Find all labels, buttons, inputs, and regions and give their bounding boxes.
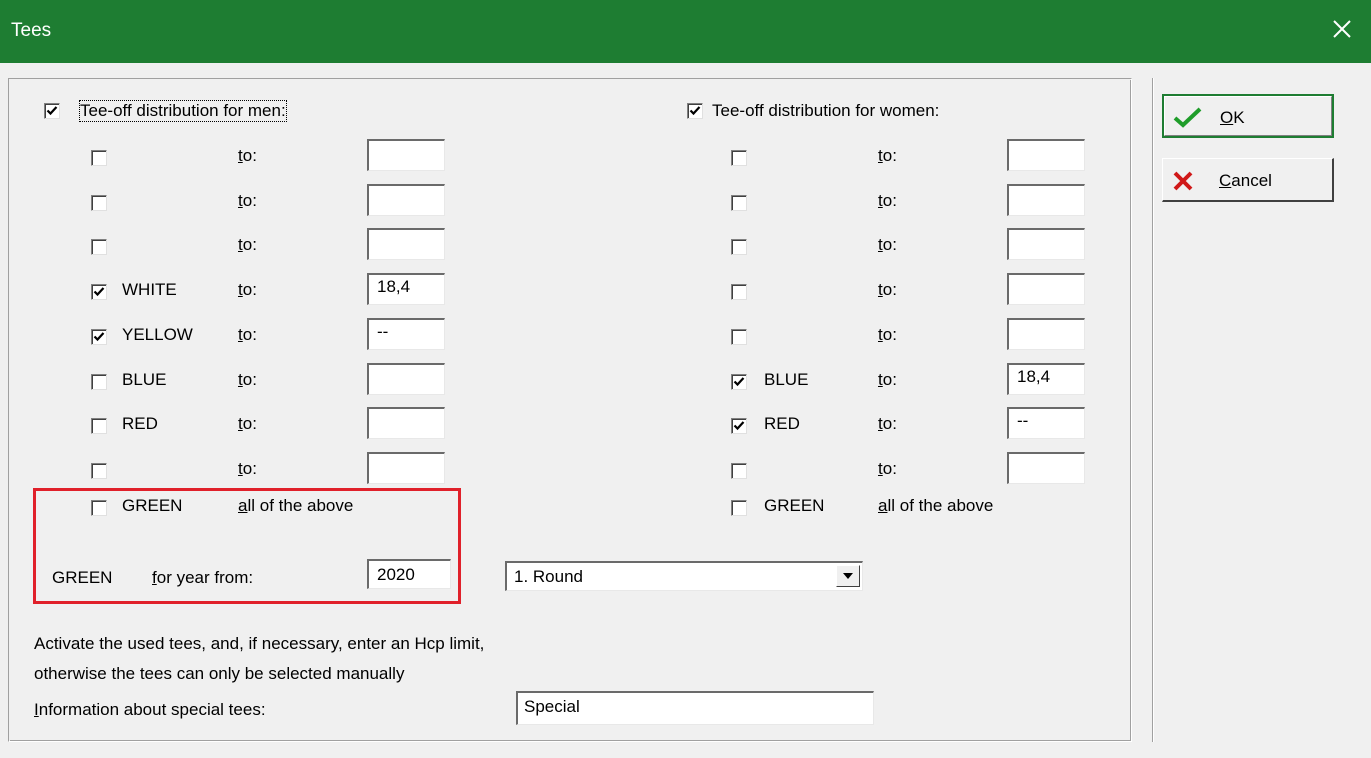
men-row-hcp-input[interactable] [367,407,445,440]
women-row-hcp-input[interactable] [1007,451,1085,484]
men-row-checkbox[interactable] [91,150,107,166]
women-row-to-label: to: [878,235,897,255]
women-row-to-label: to: [878,458,897,478]
women-row-hcp-input[interactable] [1007,183,1085,216]
men-row-color-label: YELLOW [122,324,193,344]
women-row-to-label: to: [878,146,897,165]
women-green-checkbox[interactable] [731,500,747,516]
round-select-value: 1. Round [514,567,583,586]
women-row-to-label: to: [878,414,897,434]
women-row-checkbox[interactable] [731,328,747,345]
women-row-checkbox[interactable] [731,194,747,211]
women-green-label: GREEN [764,496,825,515]
women-row-checkbox[interactable] [731,150,747,166]
women-row-hcp-input[interactable]: -- [1007,407,1085,440]
highlight-box [33,488,461,604]
women-row-hcp-input[interactable] [1007,273,1085,306]
men-row-to-label: to: [238,369,257,389]
men-row-color-label: BLUE [122,369,167,389]
men-row-to-label: to: [238,414,257,434]
women-row-hcp-input[interactable] [1007,139,1085,171]
vertical-separator [1152,78,1154,742]
men-row-hcp-input[interactable]: -- [367,317,445,350]
men-row-checkbox[interactable] [91,373,107,390]
women-row-checkbox[interactable] [731,284,747,301]
cancel-button[interactable]: Cancel [1162,158,1334,202]
women-row-color-label: BLUE [764,369,809,389]
men-row-hcp-input[interactable] [367,228,445,261]
men-row-to-label: to: [238,146,257,165]
men-row-hcp-input[interactable] [367,362,445,395]
info-line-2: otherwise the tees can only be selected … [34,664,405,683]
round-select[interactable]: 1. Round [505,561,863,591]
men-row-hcp-input[interactable] [367,183,445,216]
men-row-checkbox[interactable] [91,418,107,435]
ok-label: OK [1220,108,1245,127]
x-icon [1173,171,1193,191]
women-row-to-label: to: [878,280,897,300]
women-all-above-label: all of the above [878,496,994,515]
men-distribution-label: Tee-off distribution for men: [79,100,287,122]
men-row-checkbox[interactable] [91,239,107,256]
men-row-hcp-input[interactable] [367,451,445,484]
men-row-to-label: to: [238,235,257,255]
info-line-1: Activate the used tees, and, if necessar… [34,634,485,653]
women-row-to-label: to: [878,324,897,344]
men-row-to-label: to: [238,458,257,478]
women-row-checkbox[interactable] [731,418,747,435]
chevron-down-icon[interactable] [836,565,860,587]
women-row-to-label: to: [878,190,897,210]
special-tees-label: Information about special tees: [34,700,266,719]
women-row-checkbox[interactable] [731,373,747,390]
title-bar: Tees [0,0,1371,63]
special-tees-input[interactable]: Special [516,691,874,725]
women-row-hcp-input[interactable] [1007,228,1085,261]
women-row-checkbox[interactable] [731,239,747,256]
women-distribution-label: Tee-off distribution for women: [712,101,940,120]
check-icon [1173,107,1202,128]
women-distribution-checkbox[interactable] [687,103,703,119]
men-row-to-label: to: [238,324,257,344]
men-row-checkbox[interactable] [91,462,107,479]
men-row-to-label: to: [238,280,257,300]
men-row-checkbox[interactable] [91,328,107,345]
women-row-color-label: RED [764,414,800,434]
women-row-checkbox[interactable] [731,462,747,479]
men-distribution-checkbox[interactable] [44,103,60,119]
window-title: Tees [11,20,52,41]
men-row-checkbox[interactable] [91,194,107,211]
men-row-hcp-input[interactable] [367,139,445,171]
men-row-to-label: to: [238,190,257,210]
men-row-color-label: WHITE [122,280,177,300]
men-row-checkbox[interactable] [91,284,107,301]
women-row-hcp-input[interactable] [1007,317,1085,350]
close-icon[interactable] [1327,14,1357,44]
ok-button[interactable]: OK [1162,94,1334,138]
men-row-color-label: RED [122,414,158,434]
women-row-to-label: to: [878,369,897,389]
men-row-hcp-input[interactable]: 18,4 [367,273,445,306]
cancel-label: Cancel [1219,171,1272,190]
women-row-hcp-input[interactable]: 18,4 [1007,362,1085,395]
